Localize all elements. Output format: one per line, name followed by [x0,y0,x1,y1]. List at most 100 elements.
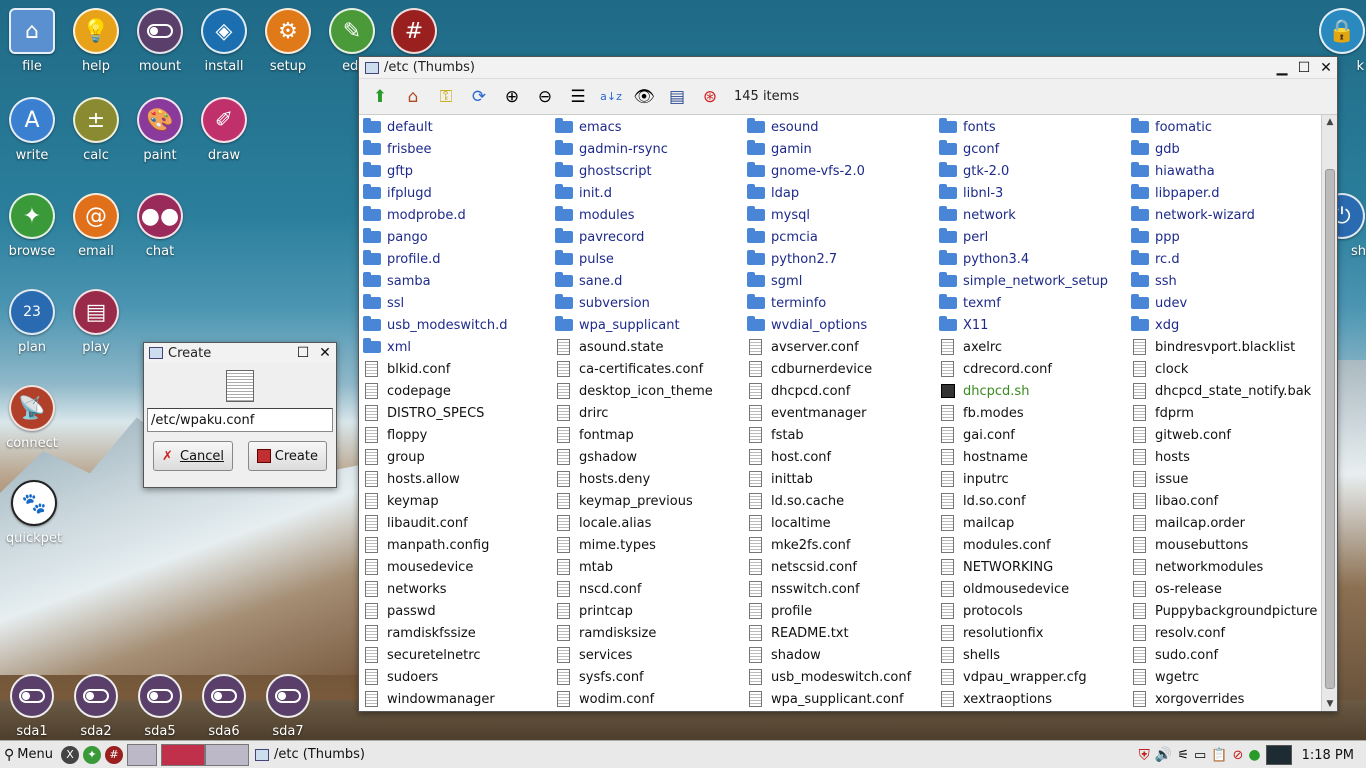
shield-icon[interactable]: ⛨ [1139,746,1150,764]
folder-item[interactable]: ssl [359,292,551,314]
refresh-icon[interactable]: ⟳ [466,84,492,110]
scroll-down-arrow[interactable]: ▼ [1322,699,1338,709]
desktop-icon-connect[interactable]: 📡 connect [0,385,64,451]
file-item[interactable]: NETWORKING [935,556,1127,578]
file-item[interactable]: passwd [359,600,551,622]
folder-item[interactable]: gtk-2.0 [935,160,1127,182]
folder-item[interactable]: network-wizard [1127,204,1319,226]
volume-icon[interactable]: 🔊 [1155,747,1172,763]
file-item[interactable]: inputrc [935,468,1127,490]
file-item[interactable]: hostname [935,446,1127,468]
details-icon[interactable]: ▤ [664,84,690,110]
file-item[interactable]: cdrecord.conf [935,358,1127,380]
file-item[interactable]: hosts.deny [551,468,743,490]
file-item[interactable]: xextraoptions [935,688,1127,710]
file-item[interactable]: blkid.conf [359,358,551,380]
dialog-titlebar[interactable]: Create ☐ ✕ [144,343,336,363]
folder-item[interactable]: ppp [1127,226,1319,248]
zoom-out-icon[interactable]: ⊖ [532,84,558,110]
folder-item[interactable]: libnl-3 [935,182,1127,204]
desktop-icon-hash[interactable]: # [382,8,446,54]
file-item[interactable]: nsswitch.conf [743,578,935,600]
desktop-icon-setup[interactable]: ⚙ setup [256,8,320,74]
folder-item[interactable]: emacs [551,116,743,138]
file-item[interactable]: mime.types [551,534,743,556]
drive-sda6[interactable]: sda6 [194,674,254,739]
folder-item[interactable]: subversion [551,292,743,314]
file-item[interactable]: sudoers [359,666,551,688]
close-all-icon[interactable]: X [60,745,79,764]
file-item[interactable]: desktop_icon_theme [551,380,743,402]
scroll-thumb[interactable] [1325,169,1335,689]
file-item[interactable]: os-release [1127,578,1319,600]
file-item[interactable]: oldmousedevice [935,578,1127,600]
file-item[interactable]: fdprm [1127,402,1319,424]
desktop-icon-mount[interactable]: mount [128,8,192,74]
file-item[interactable]: axelrc [935,336,1127,358]
clipboard-icon[interactable]: 📋 [1211,748,1227,763]
file-item[interactable]: protocols [935,600,1127,622]
folder-item[interactable]: libpaper.d [1127,182,1319,204]
drive-sda1[interactable]: sda1 [2,674,62,739]
file-item[interactable]: ramdisksize [551,622,743,644]
folder-item[interactable]: network [935,204,1127,226]
file-item[interactable]: gshadow [551,446,743,468]
folder-item[interactable]: ldap [743,182,935,204]
folder-item[interactable]: esound [743,116,935,138]
hash-icon[interactable]: # [104,745,123,764]
drive-tray-icon[interactable]: ● [1248,747,1260,763]
file-item[interactable]: securetelnetrc [359,644,551,666]
folder-item[interactable]: default [359,116,551,138]
monitor-icon[interactable] [1265,745,1292,765]
file-item[interactable]: netscsid.conf [743,556,935,578]
file-item[interactable]: mtab [551,556,743,578]
file-item[interactable]: networkmodules [1127,556,1319,578]
folder-item[interactable]: gnome-vfs-2.0 [743,160,935,182]
no-network-icon[interactable]: ⊘ [1232,748,1243,763]
folder-item[interactable]: pango [359,226,551,248]
desktop-icon-email[interactable]: @ email [64,193,128,259]
file-item[interactable]: keymap [359,490,551,512]
folder-item[interactable]: fonts [935,116,1127,138]
file-item[interactable]: manpath.config [359,534,551,556]
desktop-icon-calc[interactable]: ± calc [64,97,128,163]
filename-input[interactable] [147,408,333,432]
folder-item[interactable]: terminfo [743,292,935,314]
folder-item[interactable]: mysql [743,204,935,226]
folder-item[interactable]: gdb [1127,138,1319,160]
file-item[interactable]: DISTRO_SPECS [359,402,551,424]
file-item[interactable]: gitweb.conf [1127,424,1319,446]
eye-icon[interactable]: 👁 [631,84,657,110]
sort-az-icon[interactable]: a↓z [598,84,624,110]
file-item[interactable]: printcap [551,600,743,622]
file-item[interactable]: mousedevice [359,556,551,578]
scroll-up-arrow[interactable]: ▲ [1322,117,1338,127]
file-item[interactable]: group [359,446,551,468]
folder-item[interactable]: profile.d [359,248,551,270]
file-item[interactable]: hosts [1127,446,1319,468]
file-item[interactable]: wodim.conf [551,688,743,710]
drive-sda7[interactable]: sda7 [258,674,318,739]
folder-item[interactable]: samba [359,270,551,292]
folder-item[interactable]: python2.7 [743,248,935,270]
desktop-icon-plan[interactable]: 23 plan [0,289,64,355]
folder-item[interactable]: ifplugd [359,182,551,204]
vertical-scrollbar[interactable]: ▲ ▼ [1321,115,1337,711]
file-item[interactable]: services [551,644,743,666]
desktop-icon-write[interactable]: A write [0,97,64,163]
file-item[interactable]: ca-certificates.conf [551,358,743,380]
browser-icon[interactable]: ✦ [82,745,101,764]
desktop-icon-chat[interactable]: ●● chat [128,193,192,259]
maximize-button[interactable]: ☐ [1293,60,1315,76]
file-item[interactable]: inittab [743,468,935,490]
file-item[interactable]: wgetrc [1127,666,1319,688]
file-item[interactable]: usb_modeswitch.conf [743,666,935,688]
file-item[interactable]: issue [1127,468,1319,490]
folder-item[interactable]: python3.4 [935,248,1127,270]
file-item[interactable]: localtime [743,512,935,534]
dialog-close-button[interactable]: ✕ [314,345,336,361]
folder-item[interactable]: rc.d [1127,248,1319,270]
desktop-pager-1[interactable] [126,743,157,766]
folder-item[interactable]: gftp [359,160,551,182]
file-item[interactable]: mailcap [935,512,1127,534]
